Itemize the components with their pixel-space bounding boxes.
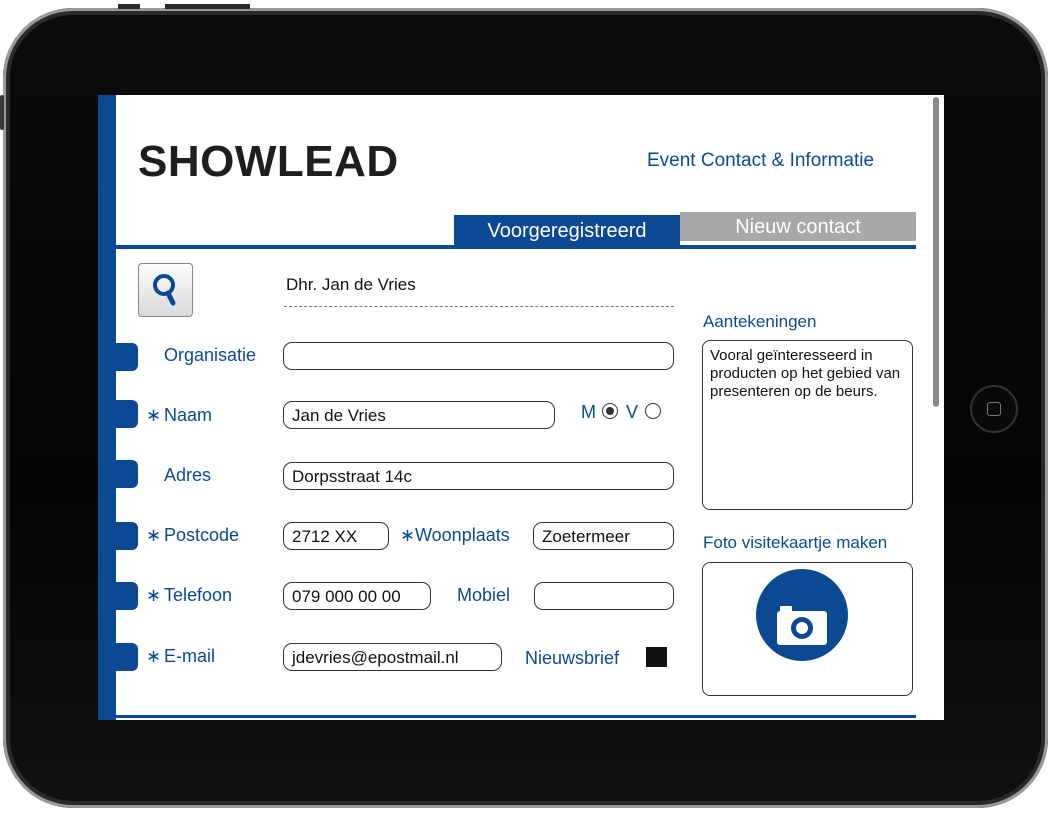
tab-voorgeregistreerd[interactable]: Voorgeregistreerd (454, 215, 680, 245)
adres-label: Adres (164, 465, 212, 485)
email-required-mark: ∗ (146, 646, 162, 666)
nieuwsbrief-checkbox[interactable] (646, 647, 667, 667)
telefoon-required-mark: ∗ (146, 585, 162, 605)
gender-v-label: V (626, 402, 639, 422)
woonplaats-field[interactable]: Zoetermeer (533, 522, 674, 550)
left-accent-bar (98, 95, 116, 720)
app-logo: SHOWLEAD (138, 137, 399, 186)
organisatie-label: Organisatie (164, 345, 257, 365)
gender-m-radio[interactable] (602, 403, 618, 419)
postcode-label: Postcode (164, 525, 240, 545)
camera-icon (777, 606, 827, 645)
search-icon (153, 274, 176, 306)
top-hardware-button (118, 4, 140, 9)
woonplaats-label: Woonplaats (415, 525, 510, 545)
nieuwsbrief-label: Nieuwsbrief (525, 648, 620, 668)
notes-title: Aantekeningen (703, 312, 817, 331)
camera-button[interactable] (756, 569, 848, 661)
woonplaats-required-mark: ∗ (400, 525, 416, 545)
mobiel-field[interactable] (534, 582, 674, 610)
notes-textarea[interactable]: Vooral geïnteresseerd in producten op he… (702, 340, 913, 510)
nav-event-contact-info[interactable]: Event Contact & Informatie (647, 150, 874, 172)
row-marker (116, 460, 138, 488)
email-field[interactable]: jdevries@epostmail.nl (283, 643, 502, 671)
row-marker (116, 400, 138, 428)
naam-field[interactable]: Jan de Vries (283, 401, 555, 429)
top-power-button (165, 4, 250, 9)
naam-label: Naam (164, 405, 213, 425)
row-marker (116, 643, 138, 671)
telefoon-field[interactable]: 079 000 00 00 (283, 582, 431, 610)
app-screen: SHOWLEAD Event Contact & Informatie Voor… (98, 95, 944, 720)
telefoon-label: Telefoon (164, 585, 233, 605)
organisatie-field[interactable] (283, 342, 674, 370)
row-marker (116, 582, 138, 610)
search-button[interactable] (138, 263, 193, 317)
selected-contact-name[interactable]: Dhr. Jan de Vries (286, 275, 416, 295)
dashed-divider (284, 306, 674, 307)
row-marker (116, 522, 138, 550)
photo-title: Foto visitekaartje maken (703, 533, 888, 552)
side-volume-button (0, 95, 4, 130)
tab-underline (116, 245, 916, 249)
postcode-required-mark: ∗ (146, 525, 162, 545)
home-square-icon (987, 402, 1001, 416)
postcode-field[interactable]: 2712 XX (283, 522, 389, 550)
row-marker (116, 343, 138, 371)
mobiel-label: Mobiel (457, 585, 511, 605)
naam-required-mark: ∗ (146, 405, 162, 425)
gender-m-label: M (581, 402, 596, 422)
adres-field[interactable]: Dorpsstraat 14c (283, 462, 674, 490)
scrollbar[interactable] (933, 97, 939, 407)
tab-nieuw-contact[interactable]: Nieuw contact (680, 212, 916, 241)
bottom-divider (116, 715, 916, 718)
email-label: E-mail (164, 646, 216, 666)
gender-v-radio[interactable] (645, 403, 661, 419)
